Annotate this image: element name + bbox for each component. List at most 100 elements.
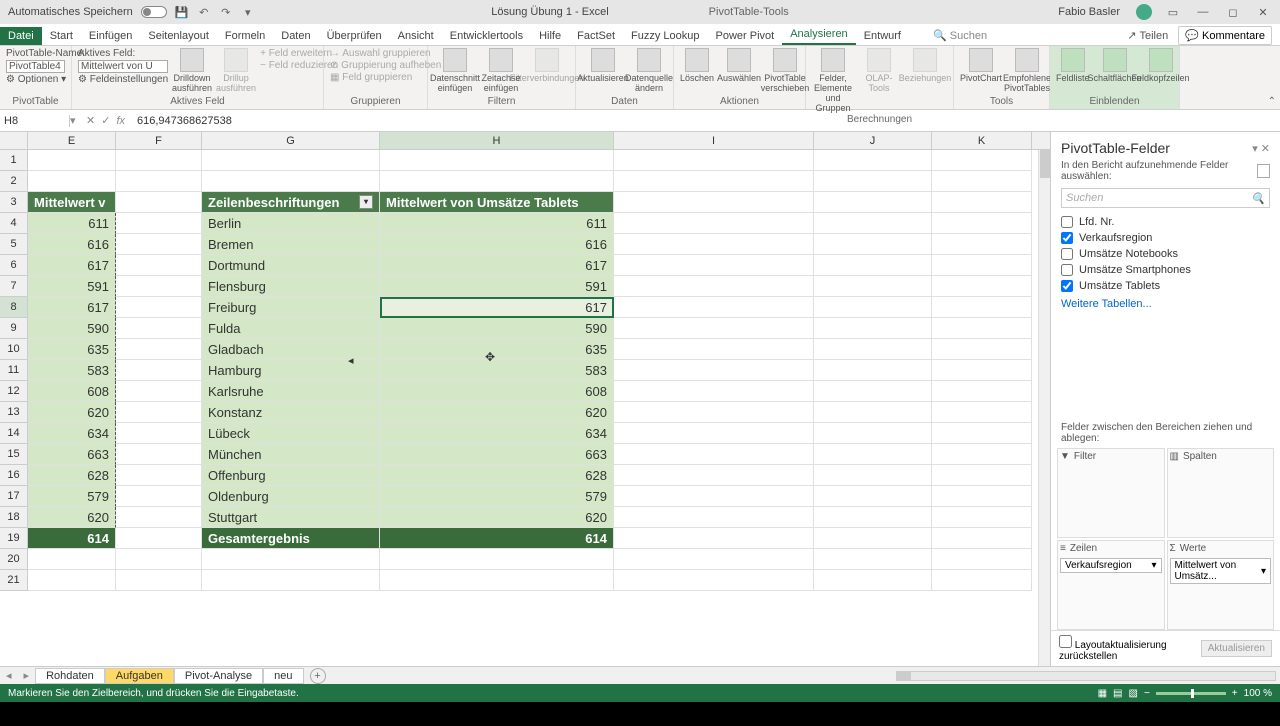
cell[interactable]: Bremen [202, 234, 380, 255]
cell[interactable]: 617 [28, 255, 116, 276]
cell[interactable] [614, 549, 814, 570]
spreadsheet-grid[interactable]: E F G H I J K 123Mittelwert vZeilenbesch… [0, 132, 1050, 666]
cell[interactable]: Flensburg [202, 276, 380, 297]
cell[interactable] [116, 213, 202, 234]
tab-ansicht[interactable]: Ansicht [390, 27, 442, 45]
cell[interactable]: 590 [28, 318, 116, 339]
cell[interactable]: 614 [28, 528, 116, 549]
cell[interactable]: Oldenburg [202, 486, 380, 507]
cell[interactable] [116, 444, 202, 465]
row-header[interactable]: 17 [0, 486, 28, 507]
cell[interactable] [116, 486, 202, 507]
cell[interactable] [380, 570, 614, 591]
select-button[interactable]: Auswählen [718, 48, 760, 84]
cell[interactable]: 635 [28, 339, 116, 360]
cell[interactable] [814, 423, 932, 444]
cell[interactable] [932, 381, 1032, 402]
add-sheet-button[interactable]: + [310, 668, 326, 684]
cell[interactable] [380, 171, 614, 192]
headers-toggle[interactable]: Feldkopfzeilen [1140, 48, 1182, 84]
cell[interactable] [814, 570, 932, 591]
cell[interactable]: München [202, 444, 380, 465]
cell[interactable] [116, 381, 202, 402]
area-values[interactable]: ΣWerte Mittelwert von Umsätz...▾ [1167, 540, 1275, 630]
cell[interactable]: 628 [28, 465, 116, 486]
cell[interactable] [380, 150, 614, 171]
cell[interactable] [116, 528, 202, 549]
row-header[interactable]: 16 [0, 465, 28, 486]
cell[interactable] [380, 549, 614, 570]
cell[interactable] [614, 192, 814, 213]
cell[interactable]: 583 [28, 360, 116, 381]
refresh-button[interactable]: Aktualisieren [582, 48, 624, 84]
drillup-button[interactable]: Drillup ausführen [216, 48, 256, 94]
more-tables-link[interactable]: Weitere Tabellen... [1051, 294, 1280, 314]
tab-hilfe[interactable]: Hilfe [531, 27, 569, 45]
cell[interactable] [116, 402, 202, 423]
view-pagelayout-icon[interactable]: ▤ [1113, 688, 1122, 699]
tab-entwurf[interactable]: Entwurf [856, 27, 909, 45]
cell[interactable] [116, 255, 202, 276]
cell[interactable]: Freiburg [202, 297, 380, 318]
row-header[interactable]: 5 [0, 234, 28, 255]
col-header-g[interactable]: G [202, 132, 380, 149]
col-header-k[interactable]: K [932, 132, 1032, 149]
cell[interactable]: 591 [28, 276, 116, 297]
row-header[interactable]: 7 [0, 276, 28, 297]
cell[interactable] [932, 402, 1032, 423]
cell[interactable]: Konstanz [202, 402, 380, 423]
tab-factset[interactable]: FactSet [569, 27, 623, 45]
select-all-corner[interactable] [0, 132, 28, 149]
col-header-j[interactable]: J [814, 132, 932, 149]
row-header[interactable]: 4 [0, 213, 28, 234]
zoom-in-icon[interactable]: + [1232, 688, 1238, 699]
area-filter[interactable]: ▼Filter [1057, 448, 1165, 538]
cell[interactable] [116, 507, 202, 528]
row-header[interactable]: 3 [0, 192, 28, 213]
active-field-input[interactable]: Mittelwert von U [78, 60, 168, 73]
buttons-toggle[interactable]: Schaltflächen [1094, 48, 1136, 84]
cell[interactable] [614, 402, 814, 423]
minimize-icon[interactable]: — [1194, 3, 1212, 21]
field-pane-close-icon[interactable]: ✕ [1261, 143, 1270, 155]
move-pt-button[interactable]: PivotTable verschieben [764, 48, 806, 94]
cell[interactable] [614, 318, 814, 339]
vertical-scrollbar[interactable] [1038, 150, 1050, 666]
col-header-h[interactable]: H [380, 132, 614, 149]
row-header[interactable]: 14 [0, 423, 28, 444]
cell[interactable]: 617 [380, 297, 614, 318]
maximize-icon[interactable]: ◻ [1224, 3, 1242, 21]
cell[interactable] [116, 465, 202, 486]
cell[interactable] [932, 150, 1032, 171]
row-header[interactable]: 10 [0, 339, 28, 360]
cell[interactable]: 663 [380, 444, 614, 465]
user-avatar[interactable] [1136, 4, 1152, 20]
cell[interactable] [814, 381, 932, 402]
row-header[interactable]: 8 [0, 297, 28, 318]
cell[interactable] [932, 486, 1032, 507]
cell[interactable] [932, 444, 1032, 465]
ribbon-mode-icon[interactable]: ▭ [1164, 3, 1182, 21]
cell[interactable] [614, 150, 814, 171]
cell[interactable]: Zeilenbeschriftungen▾ [202, 192, 380, 213]
cell[interactable]: Dortmund [202, 255, 380, 276]
area-columns[interactable]: ▥Spalten [1167, 448, 1275, 538]
rows-chip[interactable]: Verkaufsregion▾ [1060, 558, 1162, 573]
cell[interactable] [614, 528, 814, 549]
cell[interactable] [116, 171, 202, 192]
field-item[interactable]: Umsätze Smartphones [1061, 262, 1270, 278]
cell[interactable] [116, 423, 202, 444]
row-header[interactable]: 20 [0, 549, 28, 570]
pt-options-button[interactable]: ⚙ Optionen ▾ [6, 74, 65, 85]
cell[interactable] [814, 444, 932, 465]
zoom-slider[interactable] [1156, 692, 1226, 695]
cell[interactable] [614, 339, 814, 360]
cell[interactable] [614, 465, 814, 486]
cell[interactable] [116, 549, 202, 570]
cell[interactable]: Lübeck [202, 423, 380, 444]
field-pane-menu-icon[interactable]: ▾ [1252, 143, 1258, 155]
cell[interactable] [116, 276, 202, 297]
cell[interactable] [932, 507, 1032, 528]
tab-file[interactable]: Datei [0, 27, 42, 45]
collapse-ribbon-icon[interactable]: ⌃ [1268, 96, 1276, 107]
